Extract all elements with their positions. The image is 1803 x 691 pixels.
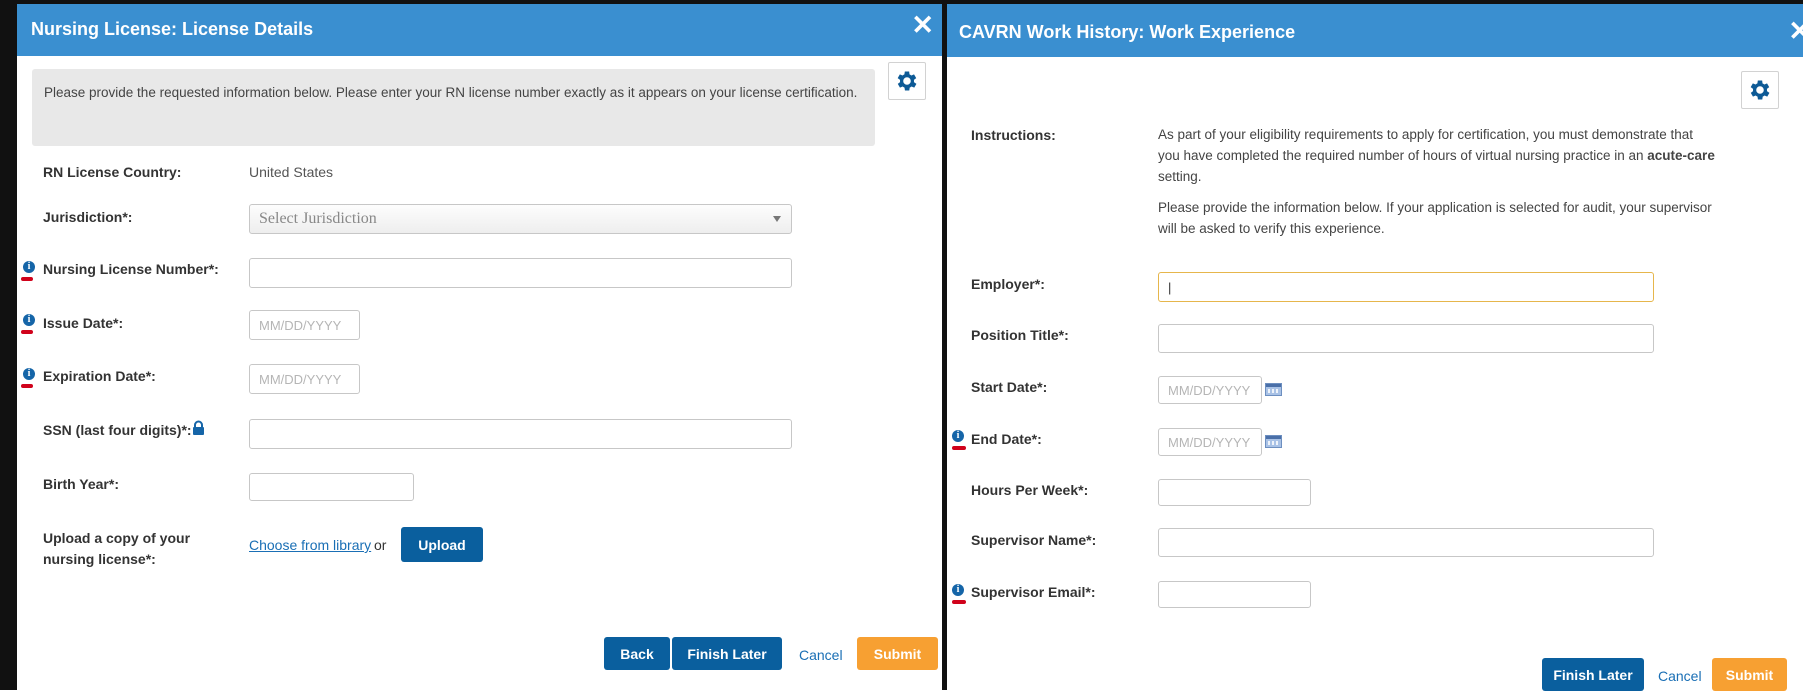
license-number-label: Nursing License Number*: xyxy=(43,261,219,277)
chevron-down-icon xyxy=(773,216,781,222)
supervisor-email-input[interactable] xyxy=(1158,581,1311,608)
or-text: or xyxy=(374,537,387,553)
start-date-label: Start Date*: xyxy=(971,379,1048,395)
country-value: United States xyxy=(249,164,334,180)
text-cursor: | xyxy=(1168,279,1172,295)
end-date-placeholder: MM/DD/YYYY xyxy=(1168,434,1251,450)
settings-button[interactable] xyxy=(888,62,926,100)
annotation-mark xyxy=(21,384,33,388)
choose-from-library-link[interactable]: Choose from library xyxy=(249,537,371,553)
annotation-mark xyxy=(952,600,966,604)
cancel-link[interactable]: Cancel xyxy=(799,647,843,663)
position-title-label: Position Title*: xyxy=(971,327,1069,343)
instructions-text-2: Please provide the information below. If… xyxy=(1158,200,1712,236)
finish-later-button[interactable]: Finish Later xyxy=(672,637,782,670)
submit-button[interactable]: Submit xyxy=(1712,658,1787,691)
dialog-title-bar: CAVRN Work History: Work Experience ✕ xyxy=(947,4,1803,57)
instructions-text-part: setting. xyxy=(1158,169,1202,184)
acute-care-emphasis: acute-care xyxy=(1647,148,1715,163)
calendar-icon[interactable] xyxy=(1265,435,1282,448)
info-icon[interactable]: i xyxy=(23,368,35,380)
jurisdiction-select[interactable]: Select Jurisdiction xyxy=(249,204,792,234)
employer-input[interactable]: | xyxy=(1158,272,1654,302)
upload-button[interactable]: Upload xyxy=(401,527,483,562)
dialog-title: CAVRN Work History: Work Experience xyxy=(959,22,1296,42)
expiration-date-placeholder: MM/DD/YYYY xyxy=(259,371,342,387)
issue-date-placeholder: MM/DD/YYYY xyxy=(259,317,342,333)
issue-date-label: Issue Date*: xyxy=(43,315,124,331)
settings-button[interactable] xyxy=(1741,71,1779,109)
info-icon[interactable]: i xyxy=(952,584,964,596)
annotation-mark xyxy=(21,277,33,281)
issue-date-input[interactable]: MM/DD/YYYY xyxy=(249,310,360,340)
upload-label: Upload a copy of your nursing license*: xyxy=(43,530,191,567)
instructions-text-part: As part of your eligibility requirements… xyxy=(1158,127,1693,163)
supervisor-name-label: Supervisor Name*: xyxy=(971,532,1097,548)
info-icon[interactable]: i xyxy=(952,430,964,442)
instructions-label: Instructions: xyxy=(971,127,1056,143)
jurisdiction-selected-value: Select Jurisdiction xyxy=(259,210,377,227)
close-icon[interactable]: ✕ xyxy=(911,12,934,39)
ssn-input[interactable] xyxy=(249,419,792,449)
birth-year-input[interactable] xyxy=(249,473,414,501)
info-icon[interactable]: i xyxy=(23,261,35,273)
lock-icon xyxy=(193,420,204,435)
end-date-input[interactable]: MM/DD/YYYY xyxy=(1158,428,1262,456)
start-date-placeholder: MM/DD/YYYY xyxy=(1168,382,1251,398)
annotation-mark xyxy=(952,446,966,450)
instructions-box: Please provide the requested information… xyxy=(32,69,875,146)
supervisor-email-label: Supervisor Email*: xyxy=(971,584,1096,600)
ssn-label: SSN (last four digits)*: xyxy=(43,422,192,438)
calendar-icon[interactable] xyxy=(1265,383,1282,396)
submit-button[interactable]: Submit xyxy=(857,637,938,670)
cancel-link[interactable]: Cancel xyxy=(1658,668,1702,684)
gear-icon xyxy=(1750,80,1770,100)
employer-label: Employer*: xyxy=(971,276,1045,292)
dialog-title-bar: Nursing License: License Details ✕ xyxy=(17,4,942,56)
start-date-input[interactable]: MM/DD/YYYY xyxy=(1158,376,1262,404)
supervisor-name-input[interactable] xyxy=(1158,528,1654,557)
close-icon[interactable]: ✕ xyxy=(1788,18,1803,45)
gear-icon xyxy=(897,71,917,91)
back-button[interactable]: Back xyxy=(604,637,670,670)
country-label: RN License Country: xyxy=(43,164,182,180)
info-icon[interactable]: i xyxy=(23,314,35,326)
work-experience-dialog: CAVRN Work History: Work Experience ✕ In… xyxy=(947,0,1803,691)
jurisdiction-label: Jurisdiction*: xyxy=(43,209,133,225)
hours-per-week-input[interactable] xyxy=(1158,479,1311,506)
position-title-input[interactable] xyxy=(1158,324,1654,353)
dialog-title: Nursing License: License Details xyxy=(31,19,314,39)
license-details-dialog: Nursing License: License Details ✕ Pleas… xyxy=(0,0,947,690)
expiration-date-label: Expiration Date*: xyxy=(43,368,156,384)
finish-later-button[interactable]: Finish Later xyxy=(1542,658,1644,691)
annotation-mark xyxy=(21,330,33,334)
end-date-label: End Date*: xyxy=(971,431,1042,447)
hours-per-week-label: Hours Per Week*: xyxy=(971,482,1089,498)
instructions-text: As part of your eligibility requirements… xyxy=(1158,124,1718,187)
birth-year-label: Birth Year*: xyxy=(43,476,119,492)
expiration-date-input[interactable]: MM/DD/YYYY xyxy=(249,364,360,394)
license-number-input[interactable] xyxy=(249,258,792,288)
